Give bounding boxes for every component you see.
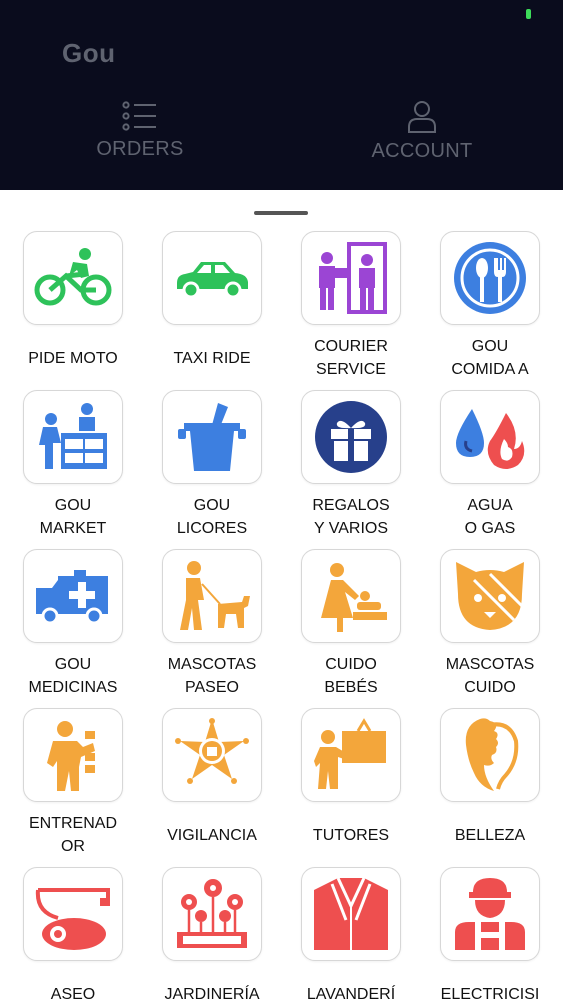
service-label: AGUA O GAS <box>464 497 516 537</box>
app-title: Gou <box>62 38 116 68</box>
electrician-icon <box>455 878 525 950</box>
sheet-drag-handle[interactable] <box>254 211 308 215</box>
service-label: TAXI RIDE <box>173 349 251 367</box>
service-icon-box <box>162 708 262 802</box>
trainer-icon <box>47 721 95 791</box>
baby-care-icon <box>321 563 387 632</box>
service-label: JARDINERÍA <box>164 985 260 1000</box>
orders-label: ORDERS <box>96 138 184 160</box>
service-gou-medicinas[interactable]: GOU MEDICINAS <box>4 549 142 699</box>
service-lavanderia[interactable]: LAVANDERÍ <box>282 867 420 1000</box>
service-icon-box <box>440 708 540 802</box>
service-icon-box <box>23 549 123 643</box>
service-agua-gas[interactable]: AGUA O GAS <box>421 390 559 540</box>
service-icon-box <box>162 390 262 484</box>
dog-walk-icon <box>180 561 250 630</box>
service-courier[interactable]: COURIER SERVICE <box>282 231 420 381</box>
cat-face-icon <box>456 562 524 630</box>
beauty-face-icon <box>465 718 519 791</box>
service-vigilancia[interactable]: VIGILANCIA <box>143 708 281 858</box>
service-label: GOU LICORES <box>176 497 248 537</box>
service-icon-box <box>440 390 540 484</box>
flowers-icon <box>177 879 247 948</box>
service-label: PIDE MOTO <box>28 349 118 367</box>
service-gou-licores[interactable]: GOU LICORES <box>143 390 281 540</box>
plate-utensils-icon <box>454 242 526 314</box>
ambulance-icon <box>36 570 108 625</box>
service-icon-box <box>23 867 123 961</box>
service-belleza[interactable]: BELLEZA <box>421 708 559 858</box>
bicycle-icon <box>34 248 112 306</box>
service-icon-box <box>162 549 262 643</box>
orders-tab[interactable]: ORDERS <box>40 100 240 180</box>
service-jardineria[interactable]: JARDINERÍA <box>143 867 281 1000</box>
service-aseo[interactable]: ASEO <box>4 867 142 1000</box>
service-entrenador[interactable]: ENTRENAD OR <box>4 708 142 858</box>
services-sheet: PIDE MOTO TAXI RIDE COURIER SERVICE GOU … <box>0 190 563 1000</box>
service-label: COURIER SERVICE <box>314 338 388 378</box>
service-label: CUIDO BEBÉS <box>324 656 378 696</box>
status-indicator <box>526 9 531 19</box>
person-icon <box>408 101 436 133</box>
service-gou-market[interactable]: GOU MARKET <box>4 390 142 540</box>
service-icon-box <box>23 708 123 802</box>
service-icon-box <box>440 549 540 643</box>
service-icon-box <box>301 390 401 484</box>
app-header: Gou ORDERS ACCOUNT <box>0 0 563 190</box>
service-mascotas-cuido[interactable]: MASCOTAS CUIDO <box>421 549 559 699</box>
service-icon-box <box>23 390 123 484</box>
shirt-icon <box>314 877 388 950</box>
service-regalos[interactable]: REGALOS Y VARIOS <box>282 390 420 540</box>
service-icon-box <box>301 549 401 643</box>
service-icon-box <box>301 867 401 961</box>
list-icon <box>122 101 156 131</box>
service-label: VIGILANCIA <box>167 826 257 844</box>
service-label: ASEO <box>50 985 96 1000</box>
service-gou-comida[interactable]: GOU COMIDA A <box>421 231 559 381</box>
account-tab[interactable]: ACCOUNT <box>322 100 522 180</box>
service-label: MASCOTAS CUIDO <box>445 656 535 696</box>
tutor-board-icon <box>314 718 386 789</box>
service-tutores[interactable]: TUTORES <box>282 708 420 858</box>
service-label: LAVANDERÍ <box>306 985 396 1000</box>
service-icon-box <box>23 231 123 325</box>
service-label: GOU MARKET <box>39 497 107 537</box>
service-pide-moto[interactable]: PIDE MOTO <box>4 231 142 381</box>
service-label: REGALOS Y VARIOS <box>312 497 390 537</box>
service-icon-box <box>162 867 262 961</box>
service-icon-box <box>301 231 401 325</box>
service-label: GOU COMIDA A <box>451 338 529 378</box>
service-label: ENTRENAD OR <box>28 815 117 855</box>
account-label: ACCOUNT <box>371 140 473 162</box>
service-icon-box <box>440 867 540 961</box>
service-mascotas-paseo[interactable]: MASCOTAS PASEO <box>143 549 281 699</box>
service-electricista[interactable]: ELECTRICISI <box>421 867 559 1000</box>
service-icon-box <box>440 231 540 325</box>
gift-icon <box>315 401 387 473</box>
water-fire-icon <box>456 409 525 469</box>
service-label: MASCOTAS PASEO <box>167 656 257 696</box>
market-stall-icon <box>39 403 107 469</box>
service-icon-box <box>162 231 262 325</box>
car-icon <box>177 262 248 299</box>
service-cuido-bebes[interactable]: CUIDO BEBÉS <box>282 549 420 699</box>
service-icon-box <box>301 708 401 802</box>
service-label: ELECTRICISI <box>440 985 540 1000</box>
service-label: TUTORES <box>312 826 390 844</box>
ice-bucket-icon <box>178 403 246 471</box>
service-label: BELLEZA <box>454 826 526 844</box>
delivery-person-icon <box>319 242 387 314</box>
service-label: GOU MEDICINAS <box>28 656 118 696</box>
security-badge-icon <box>175 718 249 784</box>
vacuum-icon <box>35 888 110 950</box>
service-taxi-ride[interactable]: TAXI RIDE <box>143 231 281 381</box>
